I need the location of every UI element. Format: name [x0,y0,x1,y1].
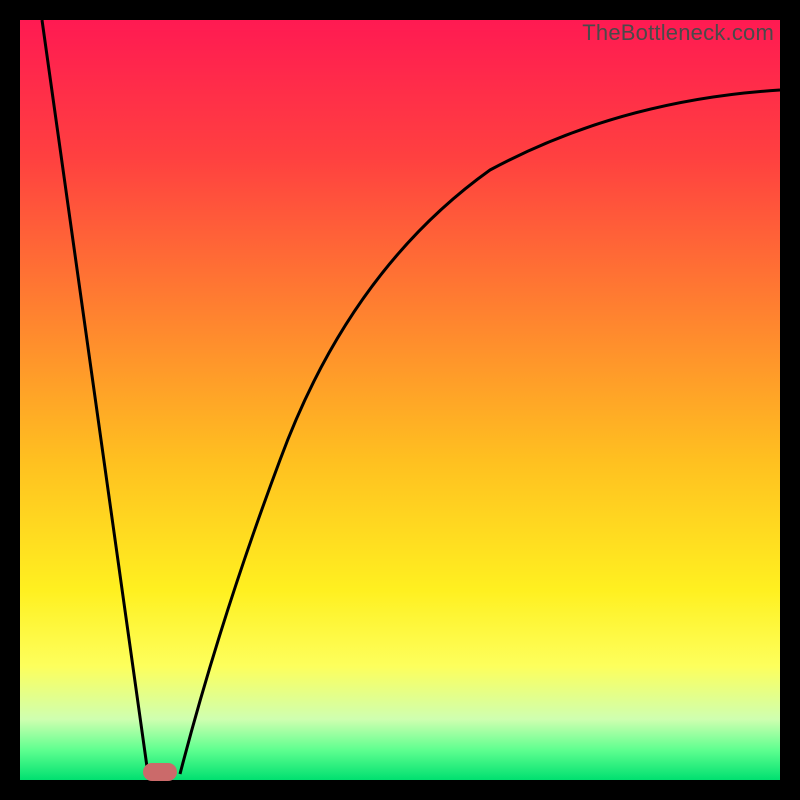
curve-right-branch [180,90,780,774]
curve-left-branch [42,20,148,774]
chart-plot-area: TheBottleneck.com [20,20,780,780]
chart-frame: TheBottleneck.com [0,0,800,800]
bottleneck-curve [20,20,780,780]
optimal-point-marker [143,763,177,781]
